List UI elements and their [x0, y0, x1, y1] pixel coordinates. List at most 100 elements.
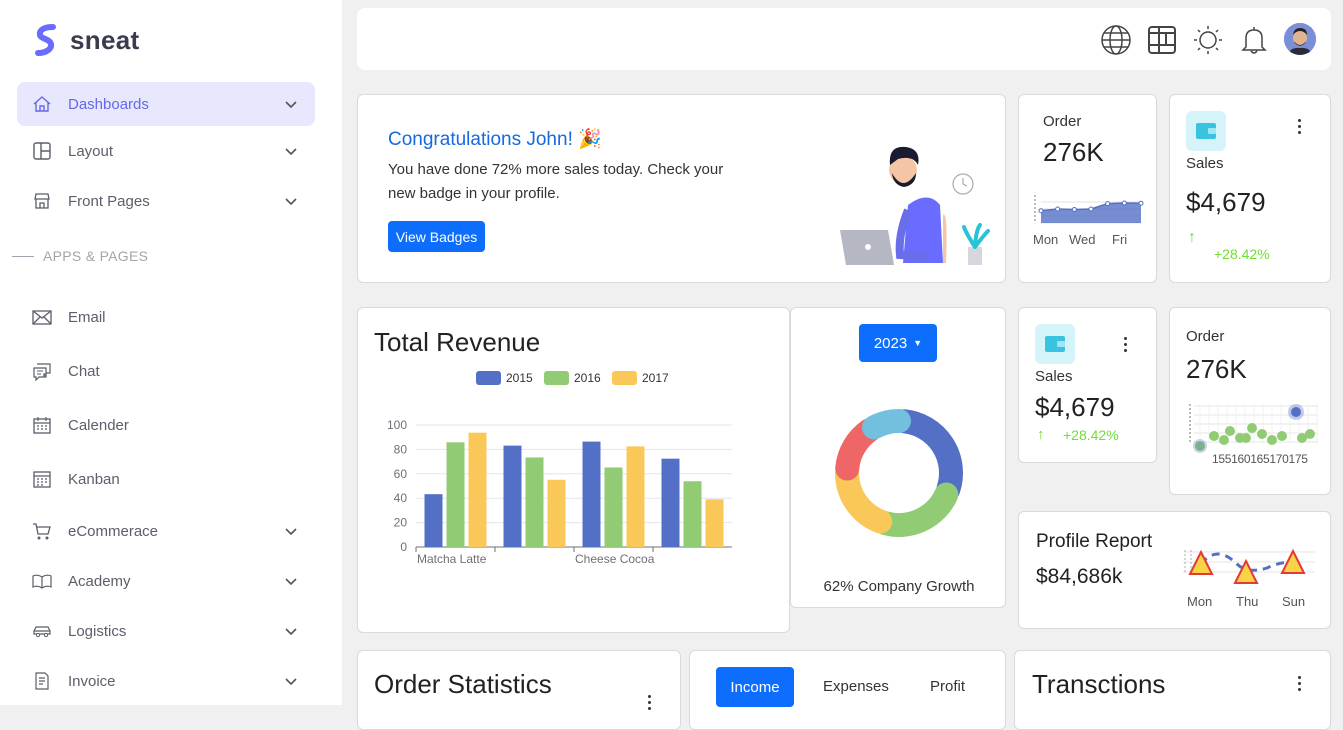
- growth-card: 2023 ▼ 62% Company Growth: [790, 307, 1006, 608]
- bar-walnut-brownie-2015: [661, 458, 680, 547]
- x-tick-labels: 155160165170175: [1212, 452, 1308, 466]
- brand[interactable]: sneat: [34, 24, 139, 56]
- order-label: Order: [1186, 328, 1225, 345]
- bell-icon[interactable]: [1238, 24, 1270, 56]
- congrats-title: Congratulations John! 🎉: [388, 129, 602, 150]
- more-options-icon[interactable]: [1124, 337, 1128, 355]
- sidebar-item-invoice[interactable]: Invoice: [17, 659, 315, 703]
- scatter-point: [1219, 435, 1229, 445]
- bar-matcha-latte-2016: [446, 442, 465, 547]
- legend-swatch: [612, 371, 637, 385]
- avatar[interactable]: [1284, 23, 1316, 55]
- legend-swatch: [476, 371, 501, 385]
- x-tick-label: Sun: [1282, 594, 1306, 609]
- sales-label: Sales: [1186, 155, 1224, 172]
- calendar-icon: [32, 415, 52, 435]
- chevron-down-icon: [285, 528, 297, 536]
- sidebar-item-layout[interactable]: Layout: [17, 129, 315, 173]
- congrats-text-line1: You have done 72% more sales today. Chec…: [388, 161, 724, 178]
- more-options-icon[interactable]: [1298, 119, 1302, 137]
- layout-icon: [32, 141, 52, 161]
- scatter-point: [1225, 426, 1235, 436]
- donut-slice-2: [835, 461, 893, 534]
- revenue-title: Total Revenue: [374, 327, 541, 357]
- y-tick-label: 0: [400, 540, 407, 554]
- sidebar-item-academy[interactable]: Academy: [17, 559, 315, 603]
- globe-icon[interactable]: [1100, 24, 1132, 56]
- chevron-down-icon: [285, 628, 297, 636]
- order-value: 276K: [1186, 354, 1247, 384]
- bar-cheese-cocoa-2015: [582, 441, 601, 547]
- cart-icon: [32, 521, 52, 541]
- sidebar-item-kanban[interactable]: Kanban: [17, 457, 315, 501]
- legend-swatch: [544, 371, 569, 385]
- area-point: [1071, 206, 1077, 212]
- section-divider: [12, 255, 34, 257]
- sidebar-item-calender[interactable]: Calender: [17, 403, 315, 447]
- x-tick-label: Mon: [1187, 594, 1213, 609]
- year-label: 2023: [873, 334, 908, 352]
- chevron-down-icon: [285, 198, 297, 206]
- x-tick-label: Cheese Cocoa: [575, 552, 655, 566]
- sidebar-item-label: Dashboards: [68, 95, 149, 113]
- x-tick-label: Matcha Latte: [417, 552, 487, 566]
- view-badges-button[interactable]: View Badges: [388, 221, 485, 252]
- chevron-down-icon: [285, 148, 297, 156]
- tab-profit[interactable]: Profit: [930, 678, 965, 695]
- area-point: [1138, 200, 1144, 206]
- sales-value: $4,679: [1035, 392, 1115, 422]
- sidebar-item-dashboards[interactable]: Dashboards: [17, 82, 315, 126]
- sidebar-item-chat[interactable]: Chat: [17, 349, 315, 393]
- x-tick-label: Fri: [1112, 232, 1128, 247]
- year-dropdown-button[interactable]: 2023 ▼: [859, 324, 937, 362]
- invoice-icon: [32, 671, 52, 691]
- store-icon: [32, 191, 52, 211]
- sidebar-item-label: Email: [68, 308, 106, 326]
- legend-label: 2015: [506, 371, 533, 385]
- bar-matcha-latte-2017: [468, 432, 487, 547]
- caret-down-icon: ▼: [913, 338, 923, 348]
- tab-expenses[interactable]: Expenses: [823, 678, 889, 695]
- chat-icon: [32, 361, 52, 381]
- sales-value: $4,679: [1186, 187, 1266, 217]
- donut-slice-0: [892, 409, 963, 502]
- scatter-point: [1257, 429, 1267, 439]
- section-heading-apps-pages: APPS & PAGES: [12, 248, 148, 264]
- layout-grid-icon[interactable]: [1146, 24, 1178, 56]
- sidebar-item-email[interactable]: Email: [17, 295, 315, 339]
- more-options-icon[interactable]: [1298, 676, 1302, 694]
- sun-icon[interactable]: [1192, 24, 1224, 56]
- area-point: [1105, 201, 1111, 207]
- scatter-point: [1305, 429, 1315, 439]
- man-with-laptop-illustration: [840, 146, 990, 265]
- sidebar-item-ecommerace[interactable]: eCommerace: [17, 509, 315, 553]
- transactions-title: Transctions: [1032, 669, 1166, 699]
- scatter-point: [1247, 423, 1257, 433]
- revenue-bar-chart: 2015 2016 2017 100 80 60 40 20 0 Matcha Latte Chee…: [387, 371, 732, 566]
- tab-income[interactable]: Income: [716, 667, 794, 707]
- area-point: [1088, 206, 1094, 212]
- sidebar: sneat Dashboards Layout Front Pages APPS…: [0, 0, 342, 705]
- area-point: [1055, 206, 1061, 212]
- area-fill: [1041, 203, 1141, 223]
- y-tick-label: 80: [394, 442, 408, 456]
- congrats-text-line2: new badge in your profile.: [388, 185, 560, 202]
- sales-card-2: Sales $4,679 ↑ +28.42%: [1018, 307, 1157, 463]
- sidebar-item-label: Layout: [68, 142, 114, 160]
- wallet-icon: [1186, 111, 1226, 151]
- wallet-icon: [1035, 324, 1075, 364]
- total-revenue-card: Total Revenue 2015 2016 2017 100 80 60 40 20 0 Ma…: [357, 307, 790, 633]
- bar-matcha-latte-2015: [424, 494, 443, 547]
- sidebar-item-logistics[interactable]: Logistics: [17, 609, 315, 653]
- y-tick-label: 100: [387, 418, 407, 432]
- sidebar-item-label: eCommerace: [68, 522, 159, 540]
- growth-donut-chart: [835, 409, 963, 537]
- sidebar-item-label: Academy: [68, 572, 131, 590]
- legend-label: 2016: [574, 371, 601, 385]
- order-label: Order: [1043, 113, 1082, 130]
- more-options-icon[interactable]: [648, 695, 652, 713]
- sidebar-item-label: Kanban: [68, 470, 120, 488]
- y-tick-label: 40: [394, 491, 408, 505]
- bar-walnut-brownie-2017: [705, 499, 724, 547]
- sidebar-item-front-pages[interactable]: Front Pages: [17, 179, 315, 223]
